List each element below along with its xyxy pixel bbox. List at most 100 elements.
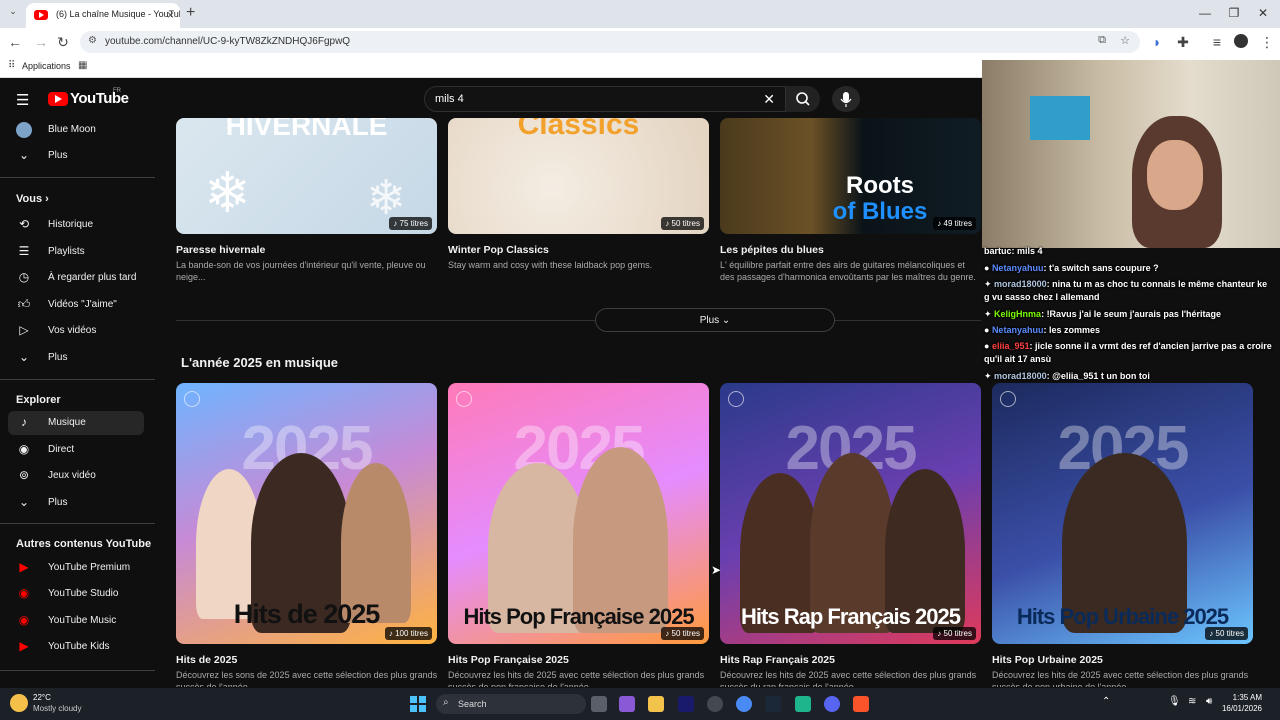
new-tab-button[interactable]: + bbox=[186, 4, 195, 22]
playlist-thumbnail[interactable]: 2025 Hits Pop Française 2025 ♪ 50 titres bbox=[448, 383, 709, 644]
bookmark-applications[interactable]: Applications bbox=[22, 61, 71, 71]
clear-search-icon[interactable]: ✕ bbox=[763, 91, 775, 108]
reload-icon[interactable]: ↻ bbox=[54, 34, 72, 51]
chat-overlay: bartuc: mils 4 ● Netanyahuu: t'a switch … bbox=[982, 244, 1280, 384]
playlist-thumbnail[interactable]: 2025 Hits de 2025 ♪ 100 titres bbox=[176, 383, 437, 644]
volume-icon[interactable]: 🔊︎ bbox=[1206, 696, 1212, 707]
clock-icon: ◷ bbox=[18, 270, 30, 284]
playlist-thumbnail[interactable]: 2025 Hits Rap Français 2025 ♪ 50 titres bbox=[720, 383, 981, 644]
clock-date[interactable]: 16/01/2026 bbox=[1214, 704, 1262, 713]
obs-icon[interactable] bbox=[707, 696, 723, 712]
youtube-favicon-icon bbox=[34, 10, 48, 20]
browser-tab[interactable]: (6) La chaîne Musique - YouTube × bbox=[26, 3, 180, 28]
chat-message: ● Netanyahuu: t'a switch sans coupure ? bbox=[984, 263, 1159, 273]
app-icon[interactable] bbox=[795, 696, 811, 712]
install-app-icon[interactable]: ⧉ bbox=[1098, 34, 1106, 47]
weather-desc: Mostly cloudy bbox=[33, 704, 82, 713]
tab-groups-icon[interactable]: ▦ bbox=[78, 60, 87, 71]
playlist-thumbnail[interactable]: Roots of Blues ♪ 49 titres bbox=[720, 118, 981, 234]
youtube-logo-icon[interactable] bbox=[48, 92, 68, 106]
voice-search-button[interactable] bbox=[832, 86, 860, 112]
extensions-puzzle-icon[interactable]: ✚ bbox=[1174, 34, 1192, 51]
back-icon[interactable]: ← bbox=[6, 34, 24, 50]
sidebar-item-history[interactable]: ⟲ Historique bbox=[8, 213, 144, 237]
profile-avatar[interactable] bbox=[1234, 34, 1248, 48]
sidebar-item-label: Musique bbox=[48, 417, 86, 428]
chat-message: ● eliia_951: jicle sonne il a vrmt des r… bbox=[984, 341, 1272, 364]
show-more-button[interactable]: Plus ⌄ bbox=[595, 308, 835, 332]
search-input[interactable]: mils 4 ✕ bbox=[424, 86, 786, 112]
youtube-kids-icon: ▶ bbox=[19, 639, 29, 653]
discord-icon[interactable] bbox=[824, 696, 840, 712]
playlist-title[interactable]: Hits de 2025 bbox=[176, 654, 237, 666]
apps-grid-icon[interactable]: ⠿ bbox=[8, 60, 15, 71]
playlist-thumbnail[interactable]: Classics ♪ 50 titres bbox=[448, 118, 709, 234]
weather-temp[interactable]: 22°C bbox=[33, 693, 51, 702]
playlist-title[interactable]: Hits Pop Française 2025 bbox=[448, 654, 569, 666]
minimize-button[interactable]: — bbox=[1190, 6, 1220, 20]
sidebar-item-youtube-premium[interactable]: ▶ YouTube Premium bbox=[8, 556, 144, 580]
extension-icon[interactable]: ◗ bbox=[1148, 34, 1166, 50]
chrome-icon[interactable] bbox=[736, 696, 752, 712]
sidebar-item-label: YouTube Studio bbox=[48, 588, 119, 599]
sidebar-item-more[interactable]: ⌄ Plus bbox=[8, 491, 144, 515]
taskbar-search[interactable]: ⌕ Search bbox=[436, 694, 586, 714]
thumbnail-text: Classics bbox=[517, 118, 640, 141]
close-window-button[interactable]: ✕ bbox=[1248, 6, 1278, 20]
task-view-icon[interactable] bbox=[591, 696, 607, 712]
you-heading[interactable]: Vous › bbox=[16, 193, 49, 205]
restore-button[interactable]: ❐ bbox=[1219, 6, 1249, 20]
sidebar-item-more[interactable]: ⌄ Plus bbox=[8, 144, 144, 168]
address-bar[interactable]: ⚙ youtube.com/channel/UC-9-kyTW8ZkZNDHQJ… bbox=[80, 31, 1140, 53]
sidebar-item-youtube-studio[interactable]: ◉ YouTube Studio bbox=[8, 582, 144, 606]
wifi-icon[interactable]: ≋ bbox=[1188, 696, 1196, 707]
sidebar-item-youtube-music[interactable]: ◉ YouTube Music bbox=[8, 609, 144, 633]
sidebar-item-more[interactable]: ⌄ Plus bbox=[8, 346, 144, 370]
sidebar-item-music[interactable]: ♪ Musique bbox=[8, 411, 144, 435]
playlist-title[interactable]: Winter Pop Classics bbox=[448, 244, 549, 256]
site-info-icon[interactable]: ⚙ bbox=[88, 35, 97, 46]
thumbnail-text: Roots bbox=[846, 172, 914, 199]
playlist-title[interactable]: Hits Rap Français 2025 bbox=[720, 654, 835, 666]
brave-icon[interactable] bbox=[853, 696, 869, 712]
menu-kebab-icon[interactable]: ⋮ bbox=[1258, 34, 1276, 51]
sidebar-item-watch-later[interactable]: ◷ À regarder plus tard bbox=[8, 266, 144, 290]
search-button[interactable] bbox=[786, 86, 820, 112]
sidebar-item-playlists[interactable]: ☰ Playlists bbox=[8, 240, 144, 264]
app-icon[interactable] bbox=[619, 696, 635, 712]
sidebar-item-youtube-kids[interactable]: ▶ YouTube Kids bbox=[8, 635, 144, 659]
microphone-icon[interactable]: 🎙︎ bbox=[1168, 696, 1181, 707]
sidebar-item-live[interactable]: ◉ Direct bbox=[8, 438, 144, 462]
room-background bbox=[982, 60, 1280, 248]
weather-icon[interactable] bbox=[10, 694, 28, 712]
windows-start-icon[interactable] bbox=[410, 696, 426, 712]
chat-username: Netanyahuu bbox=[991, 263, 1044, 273]
other-youtube-heading: Autres contenus YouTube bbox=[16, 538, 152, 550]
sidebar-item-gaming[interactable]: ⊚ Jeux vidéo bbox=[8, 464, 144, 488]
forward-icon[interactable]: → bbox=[32, 34, 50, 50]
tab-title: (6) La chaîne Musique - YouTube bbox=[56, 9, 180, 19]
sidebar-item-liked[interactable]: 👍︎ Vidéos "J'aime" bbox=[8, 293, 144, 317]
clock-time[interactable]: 1:35 AM bbox=[1222, 693, 1262, 702]
year-text: 2025 bbox=[513, 414, 646, 483]
sidebar-item-blue-moon[interactable]: Blue Moon bbox=[8, 118, 144, 142]
playlist-title[interactable]: Les pépites du blues bbox=[720, 244, 824, 256]
media-control-icon[interactable]: ≡ bbox=[1208, 34, 1226, 50]
hamburger-menu-icon[interactable]: ☰ bbox=[16, 91, 29, 109]
playlist-title[interactable]: Hits Pop Urbaine 2025 bbox=[992, 654, 1103, 666]
playlist-thumbnail[interactable]: HIVERNALE ❄ ❄ ♪ 75 titres bbox=[176, 118, 437, 234]
tab-search-icon[interactable]: ⌄ bbox=[6, 6, 20, 20]
sidebar-item-label: Plus bbox=[48, 150, 68, 161]
sidebar-item-your-videos[interactable]: ▷ Vos vidéos bbox=[8, 319, 144, 343]
bookmark-star-icon[interactable]: ☆ bbox=[1120, 34, 1130, 47]
search-icon: ⌕ bbox=[443, 697, 449, 708]
premiere-pro-icon[interactable] bbox=[678, 696, 694, 712]
section-title[interactable]: L'année 2025 en musique bbox=[181, 355, 338, 370]
history-icon: ⟲ bbox=[18, 217, 30, 231]
playlist-title[interactable]: Paresse hivernale bbox=[176, 244, 265, 256]
close-tab-icon[interactable]: × bbox=[167, 8, 174, 22]
file-explorer-icon[interactable] bbox=[648, 696, 664, 712]
steam-icon[interactable] bbox=[765, 696, 781, 712]
tray-chevron-up-icon[interactable]: ⌃ bbox=[1102, 696, 1110, 707]
playlist-thumbnail[interactable]: 2025 Hits Pop Urbaine 2025 ♪ 50 titres bbox=[992, 383, 1253, 644]
